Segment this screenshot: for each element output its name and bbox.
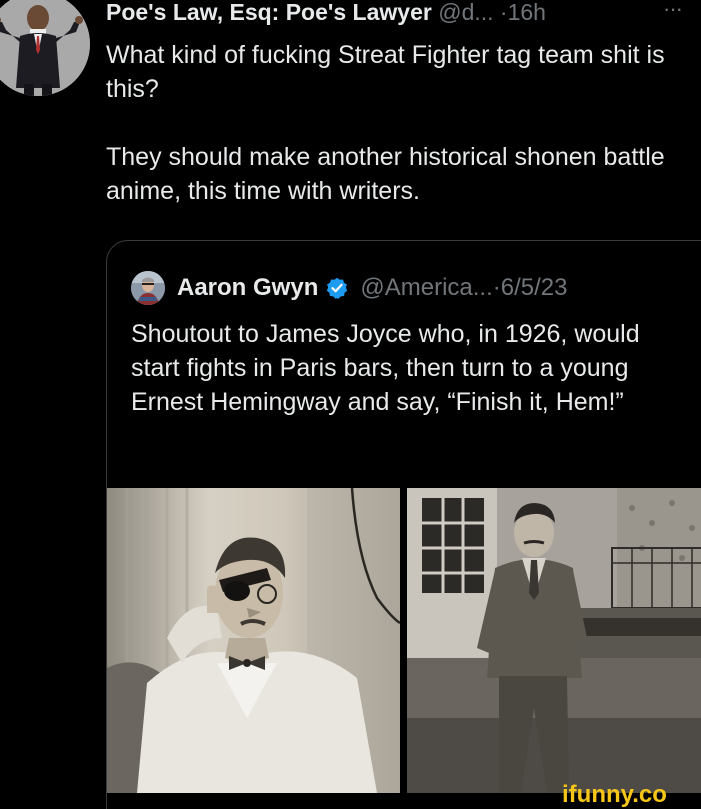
- ifunny-watermark: ifunny.co: [560, 778, 701, 809]
- author-avatar[interactable]: [0, 0, 90, 96]
- quoted-photo-hemingway[interactable]: [407, 488, 701, 793]
- tweet-time[interactable]: 16h: [508, 0, 546, 25]
- watermark-text: ifunny.co: [562, 781, 667, 808]
- verified-badge-icon: [326, 277, 348, 299]
- tweet-header: Poe's Law, Esq: Poe's Lawyer @d... ·16h: [106, 0, 546, 26]
- more-icon[interactable]: ···: [663, 0, 683, 20]
- quoted-author-handle[interactable]: @America...: [360, 274, 492, 302]
- author-avatar-illustration: [0, 0, 90, 96]
- tweet-paragraph: They should make another historical shon…: [106, 143, 665, 205]
- author-name[interactable]: Poe's Law, Esq: Poe's Lawyer: [106, 0, 432, 25]
- header-separator: ·: [499, 0, 508, 25]
- quoted-author-avatar[interactable]: [131, 271, 165, 305]
- quoted-tweet-text: Shoutout to James Joyce who, in 1926, wo…: [131, 320, 640, 416]
- quoted-tweet-date[interactable]: 6/5/23: [501, 274, 568, 302]
- author-handle[interactable]: @d...: [438, 0, 493, 25]
- quoted-tweet[interactable]: Aaron Gwyn @America... · 6/5/23 Shoutout …: [106, 240, 701, 809]
- quoted-author-name[interactable]: Aaron Gwyn: [177, 274, 318, 302]
- ifunny-logo-icon: ifunny.co: [562, 781, 667, 808]
- quoted-tweet-header: Aaron Gwyn @America... · 6/5/23: [131, 271, 567, 305]
- quoted-author-avatar-illustration: [131, 271, 165, 305]
- quoted-header-separator: ·: [492, 274, 501, 301]
- tweet-paragraph: What kind of fucking Streat Fighter tag …: [106, 41, 665, 103]
- tweet-body: What kind of fucking Streat Fighter tag …: [106, 38, 701, 208]
- quoted-photo-joyce[interactable]: [107, 488, 400, 793]
